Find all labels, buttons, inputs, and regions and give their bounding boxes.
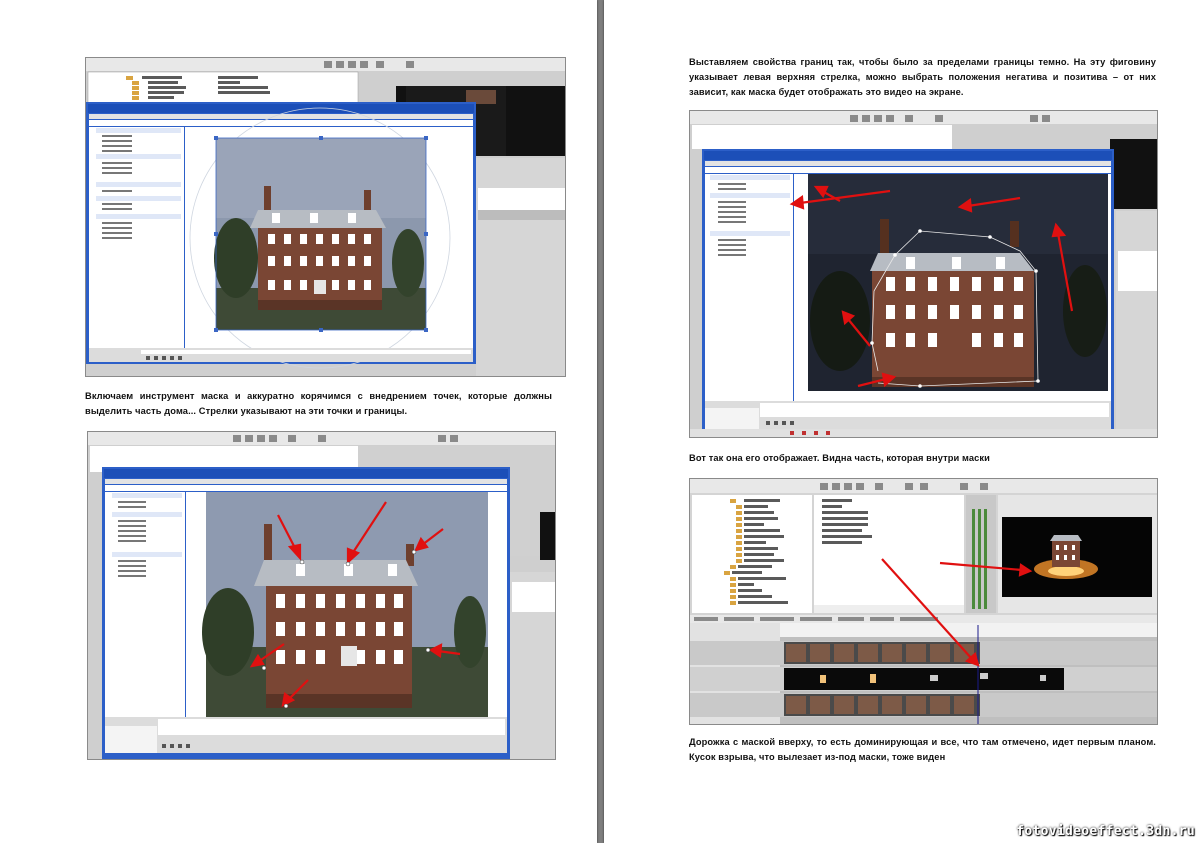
left-page: Включаем инструмент маска и аккуратно ко…	[0, 0, 597, 843]
right-page: Выставляем свойства границ так, чтобы бы…	[604, 0, 1201, 843]
paragraph-mask-display: Вот так она его отображает. Видна часть,…	[689, 453, 990, 463]
paragraph-track-order: Дорожка с маской вверху, то есть доминир…	[689, 737, 1156, 762]
paragraph-mask-properties: Выставляем свойства границ так, чтобы бы…	[689, 57, 1156, 97]
screenshot-mask-settings-canvas	[690, 111, 1157, 437]
site-watermark: fotovideoeffect.3dn.ru	[1016, 824, 1195, 839]
screenshot-pan-crop	[85, 57, 566, 377]
screenshot-mask-points-canvas	[88, 432, 555, 759]
screenshot-pan-crop-canvas	[86, 58, 565, 376]
screenshot-mask-settings	[689, 110, 1158, 438]
screenshot-mask-points	[87, 431, 556, 760]
paragraph-mask-intro: Включаем инструмент маска и аккуратно ко…	[85, 391, 552, 416]
screenshot-timeline-result	[689, 478, 1158, 725]
screenshot-timeline-result-canvas	[690, 479, 1157, 724]
